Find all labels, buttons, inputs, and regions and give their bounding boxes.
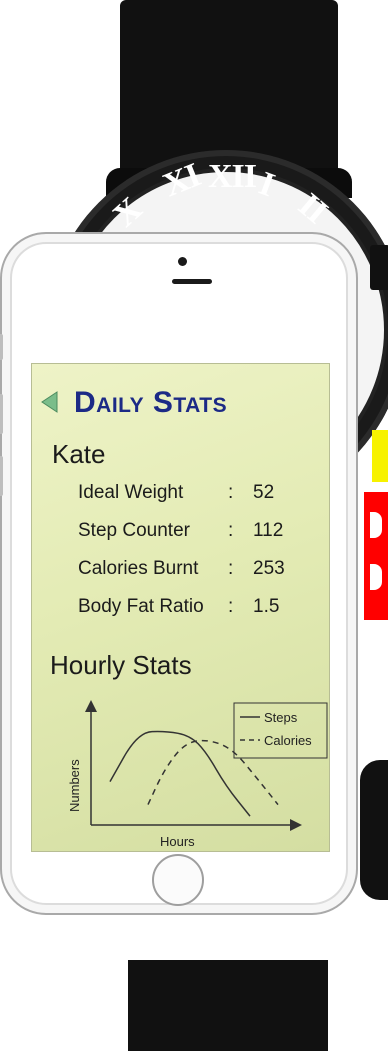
watch-numeral: XII [208,158,257,195]
watch-crown [370,245,388,290]
phone-volume-down-button [0,456,3,496]
page-title: Daily Stats [74,386,228,419]
speaker-grille [172,279,212,284]
stat-label: Body Fat Ratio [78,596,204,617]
red-shape [364,492,388,620]
stat-separator: : [228,482,234,503]
camera-icon [178,257,187,266]
hourly-stats-heading: Hourly Stats [50,650,192,680]
phone-side-button [0,334,3,360]
stat-label: Step Counter [78,520,190,541]
stat-separator: : [228,596,234,617]
app-screen: Daily Stats Kate Ideal Weight : 52 Step … [31,363,330,852]
hourly-stats-chart: Hours Numbers Steps Calories [67,700,328,849]
yellow-shape [372,430,388,482]
stat-value: 52 [253,482,275,503]
watch-strap-side [360,760,388,900]
stat-value: 1.5 [253,596,280,617]
phone-volume-up-button [0,394,3,434]
back-triangle-icon[interactable] [40,391,58,413]
stat-separator: : [228,520,234,541]
stat-label: Calories Burnt [78,558,199,579]
phone-frame: Daily Stats Kate Ideal Weight : 52 Step … [0,232,358,915]
legend-label-steps: Steps [264,710,298,725]
legend-label-calories: Calories [264,733,312,748]
stat-value: 112 [253,520,284,541]
chart-x-label: Hours [160,834,195,849]
stat-label: Ideal Weight [78,482,184,503]
watch-strap-bottom [128,960,328,1051]
stat-separator: : [228,558,234,579]
series-line-calories [147,739,279,806]
series-line-steps [109,730,251,817]
stat-value: 253 [253,558,285,579]
chart-y-label: Numbers [67,759,82,812]
user-name: Kate [52,439,106,469]
home-button[interactable] [152,854,204,906]
